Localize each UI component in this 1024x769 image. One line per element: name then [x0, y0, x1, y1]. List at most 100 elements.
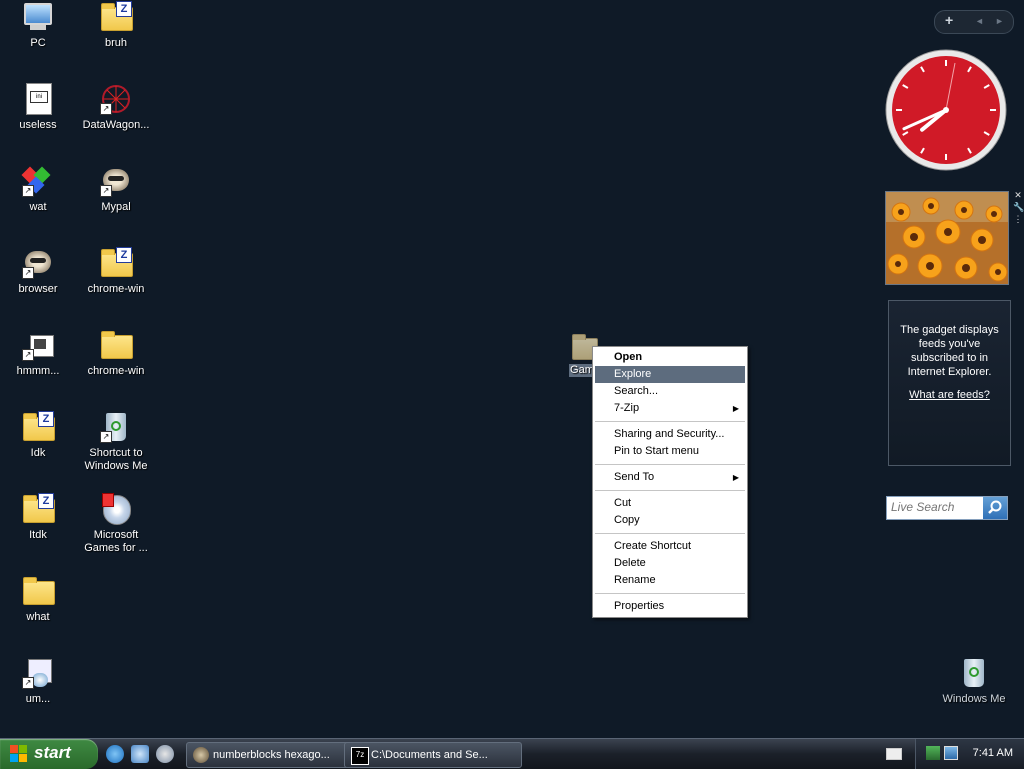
monitor-icon[interactable]: [944, 746, 958, 760]
feeds-message: The gadget displays feeds you've subscri…: [900, 324, 999, 378]
flowers-photo: [886, 192, 1008, 284]
menu-item-label: Cut: [614, 497, 632, 509]
games-cd-icon: [100, 493, 132, 525]
menu-item-label: Sharing and Security...: [614, 428, 725, 440]
desktop-icon-datawagon[interactable]: ↗ DataWagon...: [78, 83, 154, 132]
zip-folder-icon: Z: [100, 247, 133, 279]
desktop-icon-label: bruh: [104, 37, 128, 49]
folder-icon: [22, 575, 55, 607]
next-gadgets-button[interactable]: ►: [995, 16, 1004, 26]
installer-shortcut-icon: ↗: [22, 657, 54, 689]
menu-separator: [595, 593, 745, 594]
live-search-gadget: [886, 496, 1008, 520]
taskbar-task-numberblocks[interactable]: numberblocks hexago...: [186, 742, 364, 768]
desktop-icon-label: Mypal: [101, 201, 131, 213]
desktop-icon-um[interactable]: ↗ um...: [0, 657, 76, 706]
search-button[interactable]: [983, 497, 1007, 519]
colorful-app-shortcut-icon: ↗: [21, 165, 54, 197]
menu-item-delete[interactable]: Delete: [595, 555, 745, 572]
desktop-icon-label: Itdk: [29, 529, 47, 541]
zip-folder-icon: Z: [22, 411, 55, 443]
menu-item-explore[interactable]: Explore: [595, 366, 745, 383]
windows-logo-icon: [10, 745, 28, 763]
menu-item-label: Delete: [614, 557, 646, 569]
desktop-icon-label: chrome-win: [87, 283, 145, 295]
start-button[interactable]: start: [0, 739, 98, 769]
7zip-icon: 7z: [351, 747, 369, 765]
internet-explorer-icon[interactable]: [106, 745, 124, 763]
desktop-icon-pc[interactable]: PC: [0, 1, 76, 50]
menu-item-create-shortcut[interactable]: Create Shortcut: [595, 538, 745, 555]
desktop-icon-browser[interactable]: ↗ browser: [0, 247, 76, 296]
menu-item-7-zip[interactable]: 7-Zip ▶: [595, 400, 745, 417]
slideshow-gadget[interactable]: [885, 191, 1009, 285]
desktop-icon-chrome-win[interactable]: Zchrome-win: [78, 247, 154, 296]
network-app-shortcut-icon: ↗: [22, 329, 54, 361]
menu-item-properties[interactable]: Properties: [595, 598, 745, 615]
desktop-icon-chrome-win[interactable]: chrome-win: [78, 329, 154, 378]
desktop-icon-useless[interactable]: ini useless: [0, 83, 76, 132]
keyboard-icon[interactable]: [886, 748, 902, 760]
menu-item-rename[interactable]: Rename: [595, 572, 745, 589]
menu-item-label: Send To: [614, 471, 655, 483]
desktop-icon-label: DataWagon...: [82, 119, 150, 131]
wrench-icon[interactable]: 🔧: [1013, 202, 1024, 214]
desktop-icon-wat[interactable]: ↗ wat: [0, 165, 76, 214]
drag-handle-icon[interactable]: ⋮: [1013, 214, 1023, 226]
what-are-feeds-link[interactable]: What are feeds?: [889, 389, 1010, 401]
media-player-icon[interactable]: [156, 745, 175, 763]
menu-item-send-to[interactable]: Send To ▶: [595, 469, 745, 486]
menu-item-label: Search...: [614, 385, 659, 397]
prev-gadgets-button[interactable]: ◄: [975, 16, 984, 26]
desktop-icon-label: browser: [18, 283, 58, 295]
desktop-icon-mypal[interactable]: ↗ Mypal: [78, 165, 154, 214]
taskbar-task-explorer[interactable]: 7z C:\Documents and Se...: [344, 742, 522, 768]
clock-time[interactable]: 7:41 AM: [973, 747, 1013, 759]
desktop-icon-label: um...: [25, 693, 51, 705]
close-icon[interactable]: ✕: [1013, 190, 1023, 202]
menu-item-label: 7-Zip: [614, 402, 640, 414]
ini-file-icon: ini: [22, 83, 54, 115]
zip-folder-icon: Z: [100, 1, 133, 33]
menu-item-cut[interactable]: Cut: [595, 495, 745, 512]
menu-item-label: Pin to Start menu: [614, 445, 699, 457]
desktop-icon-hmmm[interactable]: ↗ hmmm...: [0, 329, 76, 378]
raccoon-shortcut-icon: ↗: [22, 247, 54, 279]
desktop-icon-label: hmmm...: [16, 365, 60, 377]
desktop-icon-label: Microsoft Games for ...: [84, 529, 148, 554]
desktop-icon-microsoft-games-for[interactable]: Microsoft Games for ...: [78, 493, 154, 555]
zip-folder-icon: Z: [22, 493, 55, 525]
menu-item-open[interactable]: Open: [595, 349, 745, 366]
context-menu: Open Explore Search... 7-Zip ▶ Sharing and Se…: [592, 346, 748, 618]
feeds-gadget: The gadget displays feeds you've subscri…: [888, 300, 1011, 466]
desktop-icon-what[interactable]: what: [0, 575, 76, 624]
network-icon[interactable]: [926, 746, 940, 760]
clock-gadget[interactable]: [885, 49, 1007, 171]
menu-item-label: Explore: [614, 368, 652, 380]
recycle-bin-shortcut-icon: ↗: [100, 411, 132, 443]
menu-item-pin-to-start-menu[interactable]: Pin to Start menu: [595, 443, 745, 460]
menu-separator: [595, 464, 745, 465]
add-gadget-button[interactable]: +: [945, 12, 953, 28]
desktop-icon-itdk[interactable]: Z Itdk: [0, 493, 76, 542]
show-desktop-icon[interactable]: [131, 745, 150, 763]
desktop-icon-idk[interactable]: Z Idk: [0, 411, 76, 460]
desktop-icon-label: PC: [30, 37, 46, 49]
desktop-icon-bruh[interactable]: Zbruh: [78, 1, 154, 50]
menu-item-sharing-and-security[interactable]: Sharing and Security...: [595, 426, 745, 443]
desktop-icon-label: useless: [19, 119, 57, 131]
desktop-icon-windows-me[interactable]: Windows Me: [936, 657, 1012, 706]
desktop-icon-label: Idk: [30, 447, 46, 459]
menu-separator: [595, 421, 745, 422]
menu-item-search[interactable]: Search...: [595, 383, 745, 400]
computer-icon: [22, 1, 54, 33]
menu-item-label: Properties: [614, 600, 665, 612]
live-search-input[interactable]: [887, 497, 985, 517]
desktop-icon-shortcut-to-windows-me[interactable]: ↗ Shortcut to Windows Me: [78, 411, 154, 473]
desktop-icon-label: wat: [29, 201, 47, 213]
menu-item-label: Copy: [614, 514, 640, 526]
raccoon-icon: [193, 747, 209, 763]
desktop-icon-label: chrome-win: [87, 365, 145, 377]
sidebar-controls: + ◄ ►: [934, 10, 1014, 34]
menu-item-copy[interactable]: Copy: [595, 512, 745, 529]
